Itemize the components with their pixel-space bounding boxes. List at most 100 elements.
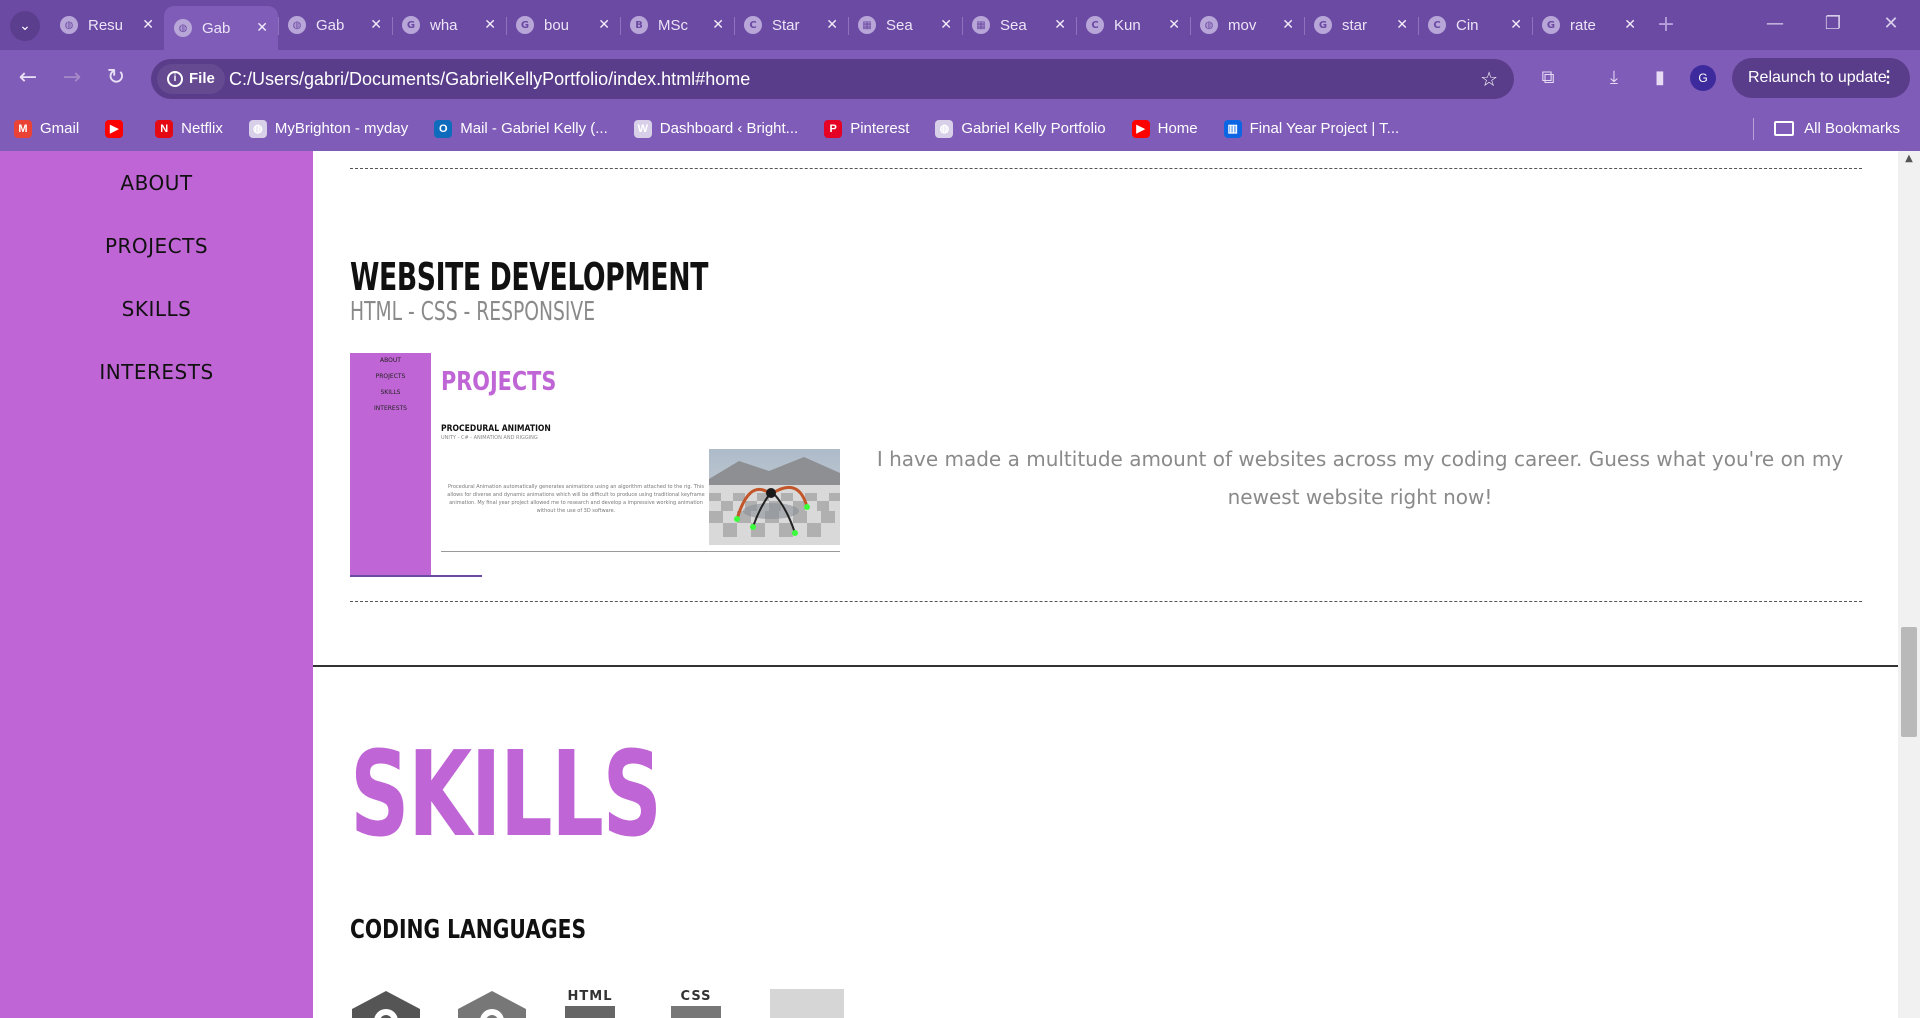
page-viewport: ABOUT PROJECTS SKILLS INTERESTS WEBSITE … bbox=[0, 151, 1920, 1018]
tab-strip: ⌄ ◍ Resu ✕ ◍ Gab ✕ ◍ Gab ✕ Gwha ✕ Gbou ✕ B MSc ✕ C Star ✕ ▦… bbox=[0, 0, 1920, 50]
restore-icon[interactable]: ❐ bbox=[1804, 0, 1862, 48]
bookmark-star-icon[interactable]: ☆ bbox=[1480, 59, 1498, 99]
tab-close-icon[interactable]: ✕ bbox=[484, 17, 496, 33]
extensions-icon[interactable]: ⧉ bbox=[1532, 62, 1564, 94]
bookmark-1[interactable]: ▶ bbox=[105, 119, 131, 138]
bookmark-7[interactable]: ◍ Gabriel Kelly Portfolio bbox=[935, 119, 1106, 138]
url-text[interactable]: C:/Users/gabri/Documents/GabrielKellyPor… bbox=[229, 59, 750, 99]
sidebar-item-skills[interactable]: SKILLS bbox=[0, 297, 313, 321]
c-logo-icon: C bbox=[1428, 16, 1446, 34]
tab-close-icon[interactable]: ✕ bbox=[1054, 17, 1066, 33]
bookmark-list: M Gmail ▶ N Netflix ◍ MyBrighton - myday O Mail … bbox=[14, 119, 1425, 138]
trello-icon: ▥ bbox=[1223, 119, 1242, 138]
tab-6[interactable]: C Star ✕ bbox=[734, 6, 848, 44]
bookmark-3[interactable]: ◍ MyBrighton - myday bbox=[248, 119, 408, 138]
page-scrollbar[interactable]: ▲ bbox=[1898, 151, 1920, 1018]
tab-close-icon[interactable]: ✕ bbox=[1168, 17, 1180, 33]
tab-close-icon[interactable]: ✕ bbox=[712, 17, 724, 33]
tab-close-icon[interactable]: ✕ bbox=[256, 20, 268, 36]
tab-13[interactable]: Grate ✕ bbox=[1532, 6, 1646, 44]
tab-2[interactable]: ◍ Gab ✕ bbox=[278, 6, 392, 44]
bookmark-6[interactable]: P Pinterest bbox=[824, 119, 909, 138]
tab-4[interactable]: Gbou ✕ bbox=[506, 6, 620, 44]
project-subtitle: HTML - CSS - RESPONSIVE bbox=[350, 297, 596, 327]
tab-11[interactable]: Gstar ✕ bbox=[1304, 6, 1418, 44]
tab-close-icon[interactable]: ✕ bbox=[1396, 17, 1408, 33]
tab-1[interactable]: ◍ Gab ✕ bbox=[164, 6, 278, 50]
tab-close-icon[interactable]: ✕ bbox=[826, 17, 838, 33]
bookmarks-separator bbox=[1753, 117, 1755, 140]
c-logo-icon: C bbox=[744, 16, 762, 34]
forward-icon[interactable]: → bbox=[56, 62, 88, 94]
gmail-icon: M bbox=[14, 119, 32, 138]
bookmark-5[interactable]: W Dashboard ‹ Bright... bbox=[633, 119, 798, 138]
tab-title: rate bbox=[1570, 16, 1596, 34]
relaunch-button[interactable]: Relaunch to update ⋮ bbox=[1732, 58, 1910, 98]
globe-icon: ◍ bbox=[935, 119, 954, 138]
bookmark-2[interactable]: N Netflix bbox=[155, 119, 223, 138]
tab-close-icon[interactable]: ✕ bbox=[940, 17, 952, 33]
menu-dots-icon[interactable]: ⋮ bbox=[1880, 58, 1896, 98]
tab-title: MSc bbox=[658, 16, 688, 34]
thumbnail-underline bbox=[350, 575, 482, 577]
bookmark-label: Gabriel Kelly Portfolio bbox=[961, 120, 1106, 137]
tab-9[interactable]: C Kun ✕ bbox=[1076, 6, 1190, 44]
tab-7[interactable]: ▦ Sea ✕ bbox=[848, 6, 962, 44]
tab-5[interactable]: B MSc ✕ bbox=[620, 6, 734, 44]
tab-title: mov bbox=[1228, 16, 1257, 34]
tab-8[interactable]: ▦ Sea ✕ bbox=[962, 6, 1076, 44]
all-bookmarks-button[interactable]: All Bookmarks bbox=[1753, 106, 1900, 151]
tab-close-icon[interactable]: ✕ bbox=[142, 17, 154, 33]
close-window-icon[interactable]: ✕ bbox=[1862, 0, 1920, 48]
css-icon: CSS bbox=[668, 989, 740, 1018]
tab-close-icon[interactable]: ✕ bbox=[1624, 17, 1636, 33]
c-logo-icon: C bbox=[1086, 16, 1104, 34]
bookmark-4[interactable]: O Mail - Gabriel Kelly (... bbox=[434, 119, 608, 138]
all-bookmarks-label: All Bookmarks bbox=[1804, 120, 1900, 137]
tab-3[interactable]: Gwha ✕ bbox=[392, 6, 506, 44]
b-logo-icon: B bbox=[630, 16, 648, 34]
tab-close-icon[interactable]: ✕ bbox=[1282, 17, 1294, 33]
bookmark-8[interactable]: ▶ Home bbox=[1131, 119, 1198, 138]
tab-close-icon[interactable]: ✕ bbox=[370, 17, 382, 33]
profile-avatar[interactable]: G bbox=[1690, 65, 1716, 91]
new-tab-button[interactable]: + bbox=[1646, 6, 1686, 44]
tab-12[interactable]: C Cin ✕ bbox=[1418, 6, 1532, 44]
scrollbar-thumb[interactable] bbox=[1901, 627, 1917, 737]
side-panel-icon[interactable]: ▮ bbox=[1644, 62, 1676, 94]
csharp-icon bbox=[350, 989, 422, 1018]
sidebar-item-interests[interactable]: INTERESTS bbox=[0, 360, 313, 384]
tab-title: Gab bbox=[202, 19, 231, 37]
tab-search-button[interactable]: ⌄ bbox=[10, 11, 40, 41]
outlook-icon: O bbox=[434, 119, 453, 138]
netflix-icon: N bbox=[155, 119, 174, 138]
tab-0[interactable]: ◍ Resu ✕ bbox=[50, 6, 164, 44]
tab-close-icon[interactable]: ✕ bbox=[1510, 17, 1522, 33]
minimize-icon[interactable]: — bbox=[1746, 0, 1804, 48]
bookmark-9[interactable]: ▥ Final Year Project | T... bbox=[1223, 119, 1400, 138]
site-info-chip[interactable]: i File bbox=[157, 64, 225, 94]
tab-title: Cin bbox=[1456, 16, 1479, 34]
sidebar-item-projects[interactable]: PROJECTS bbox=[0, 234, 313, 258]
address-bar[interactable]: i File C:/Users/gabri/Documents/GabrielK… bbox=[151, 59, 1514, 99]
scroll-up-icon[interactable]: ▲ bbox=[1898, 153, 1920, 164]
tab-10[interactable]: ◍ mov ✕ bbox=[1190, 6, 1304, 44]
section-divider bbox=[313, 665, 1900, 667]
placeholder-icon bbox=[770, 989, 844, 1018]
folder-icon bbox=[1774, 121, 1795, 136]
download-icon[interactable]: ⤓ bbox=[1598, 62, 1630, 94]
bookmark-0[interactable]: M Gmail bbox=[14, 119, 79, 138]
reload-icon[interactable]: ↻ bbox=[100, 62, 132, 94]
tab-close-icon[interactable]: ✕ bbox=[598, 17, 610, 33]
project-description: I have made a multitude amount of websit… bbox=[876, 447, 1844, 509]
coding-languages-title: CODING LANGUAGES bbox=[350, 915, 587, 945]
tab-title: Gab bbox=[316, 16, 345, 34]
bookmark-label: Final Year Project | T... bbox=[1249, 120, 1400, 137]
back-icon[interactable]: ← bbox=[12, 62, 44, 94]
project-thumbnail[interactable]: ABOUT PROJECTS SKILLS INTERESTS PROJECTS… bbox=[350, 353, 840, 577]
chrome-icon: G bbox=[516, 16, 534, 34]
clapper-icon: ▦ bbox=[972, 16, 990, 34]
cplusplus-icon bbox=[456, 989, 528, 1018]
youtube-icon: ▶ bbox=[105, 119, 124, 138]
sidebar-item-about[interactable]: ABOUT bbox=[0, 171, 313, 195]
